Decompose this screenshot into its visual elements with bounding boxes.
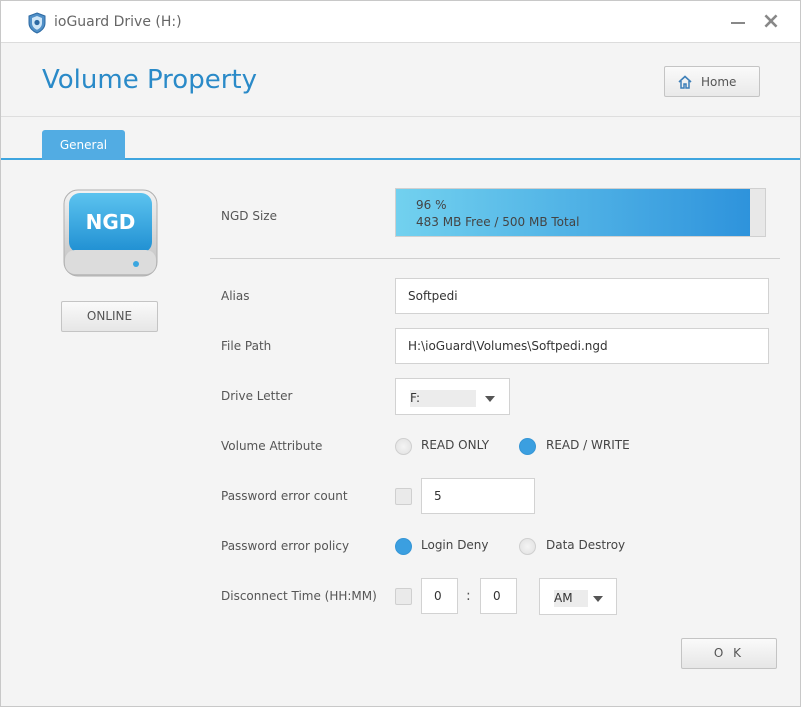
window-title: ioGuard Drive (H:)	[54, 14, 182, 30]
divider	[210, 258, 780, 259]
read-only-label: READ ONLY	[421, 438, 490, 452]
alias-label: Alias	[221, 289, 250, 303]
online-status-button[interactable]: ONLINE	[61, 301, 158, 332]
password-error-policy-label: Password error policy	[221, 539, 350, 553]
chevron-down-icon	[485, 396, 495, 402]
tab-general[interactable]: General	[42, 130, 125, 160]
read-write-label: READ / WRITE	[546, 438, 630, 452]
home-icon	[678, 75, 692, 89]
read-write-radio[interactable]	[519, 438, 536, 455]
tab-bar: General	[1, 117, 800, 160]
login-deny-radio[interactable]	[395, 538, 412, 555]
drive-letter-value: F:	[410, 390, 476, 407]
disconnect-time-label: Disconnect Time (HH:MM)	[221, 589, 377, 603]
ampm-select[interactable]: AM	[539, 578, 617, 615]
data-destroy-radio[interactable]	[519, 538, 536, 555]
drive-letter-label: Drive Letter	[221, 389, 293, 403]
drive-icon: NGD	[63, 189, 158, 277]
ngd-size-label: NGD Size	[221, 209, 277, 223]
login-deny-label: Login Deny	[421, 538, 489, 552]
home-button-label: Home	[701, 75, 737, 89]
title-bar: ioGuard Drive (H:) ×	[1, 1, 800, 43]
disconnect-minutes-input[interactable]: 0	[480, 578, 517, 614]
ngd-size-progress: 96 % 483 MB Free / 500 MB Total	[395, 188, 766, 237]
shield-app-icon	[28, 12, 46, 34]
page-header: Volume Property Home	[1, 43, 800, 117]
ok-button[interactable]: O K	[681, 638, 777, 669]
alias-input[interactable]: Softpedi	[395, 278, 769, 314]
app-window: ioGuard Drive (H:) × Volume Property Hom…	[0, 0, 801, 707]
password-error-count-label: Password error count	[221, 489, 348, 503]
password-error-count-checkbox[interactable]	[395, 488, 412, 505]
minimize-button[interactable]	[729, 13, 749, 33]
home-button[interactable]: Home	[664, 66, 760, 97]
file-path-input[interactable]: H:\ioGuard\Volumes\Softpedi.ngd	[395, 328, 769, 364]
disconnect-hours-input[interactable]: 0	[421, 578, 458, 614]
ngd-size-info: 483 MB Free / 500 MB Total	[416, 215, 580, 229]
drive-badge-text: NGD	[86, 210, 136, 234]
ampm-value: AM	[554, 590, 588, 607]
password-error-count-input[interactable]: 5	[421, 478, 535, 514]
drive-letter-select[interactable]: F:	[395, 378, 510, 415]
ngd-size-percent: 96 %	[416, 198, 447, 212]
chevron-down-icon	[593, 596, 603, 602]
file-path-label: File Path	[221, 339, 272, 353]
time-separator: :	[466, 588, 471, 604]
general-panel: NGD ONLINE NGD Size 96 % 483 MB Free / 5…	[1, 161, 800, 706]
disconnect-time-checkbox[interactable]	[395, 588, 412, 605]
read-only-radio[interactable]	[395, 438, 412, 455]
close-button[interactable]: ×	[761, 11, 781, 33]
page-title: Volume Property	[42, 65, 257, 95]
volume-attribute-label: Volume Attribute	[221, 439, 323, 453]
data-destroy-label: Data Destroy	[546, 538, 626, 552]
